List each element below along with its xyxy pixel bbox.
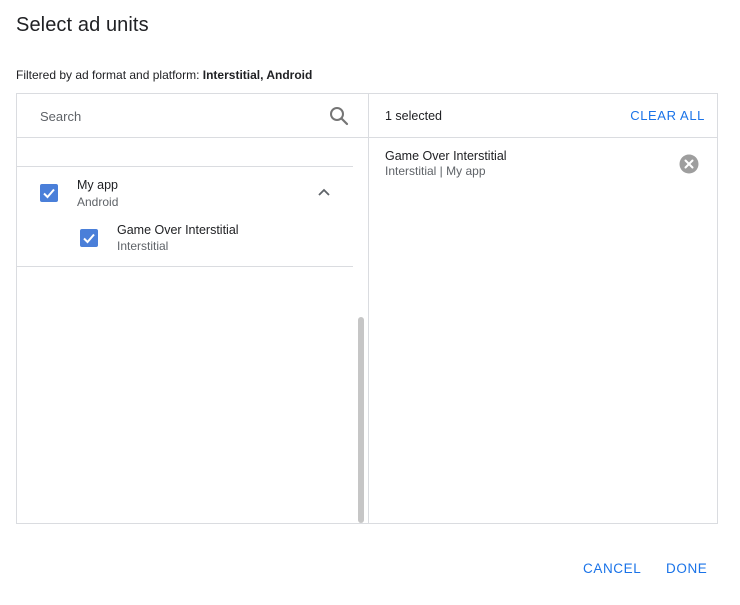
clear-all-button[interactable]: CLEAR ALL (630, 108, 705, 123)
search-bar (17, 94, 368, 138)
selected-item: Game Over Interstitial Interstitial | My… (369, 138, 717, 182)
scrollbar-thumb[interactable] (358, 317, 364, 523)
app-platform: Android (77, 195, 119, 209)
selected-item-detail: Interstitial | My app (385, 164, 486, 178)
dialog-title: Select ad units (16, 14, 149, 36)
search-input[interactable] (40, 106, 320, 126)
remove-circle-icon[interactable] (679, 154, 699, 174)
app-checkbox[interactable] (40, 184, 58, 202)
selection-panels: My app Android Game Over Interstitial In… (16, 93, 718, 524)
app-list: My app Android Game Over Interstitial In… (17, 138, 353, 523)
available-ad-units-panel: My app Android Game Over Interstitial In… (17, 94, 369, 523)
selected-count: 1 selected (385, 109, 442, 123)
filter-description: Filtered by ad format and platform: Inte… (16, 68, 312, 82)
list-spacer (17, 138, 353, 167)
selected-header: 1 selected CLEAR ALL (369, 94, 717, 138)
done-button[interactable]: DONE (666, 561, 707, 576)
app-group-my-app: My app Android Game Over Interstitial In… (17, 167, 353, 267)
cancel-button[interactable]: CANCEL (583, 561, 641, 576)
filter-prefix: Filtered by ad format and platform: (16, 68, 200, 82)
selected-ad-units-panel: 1 selected CLEAR ALL Game Over Interstit… (369, 94, 717, 523)
selected-item-name: Game Over Interstitial (385, 149, 507, 163)
ad-unit-format: Interstitial (117, 239, 169, 253)
ad-unit-checkbox[interactable] (80, 229, 98, 247)
list-scrollbar[interactable] (354, 138, 368, 524)
checkmark-icon (43, 188, 55, 199)
select-ad-units-dialog: Select ad units Filtered by ad format an… (0, 0, 740, 605)
app-name: My app (77, 178, 118, 192)
search-icon[interactable] (329, 106, 349, 126)
checkmark-icon (83, 233, 95, 244)
ad-unit-name: Game Over Interstitial (117, 223, 239, 237)
chevron-up-icon[interactable] (315, 183, 333, 201)
filter-value: Interstitial, Android (202, 68, 313, 82)
